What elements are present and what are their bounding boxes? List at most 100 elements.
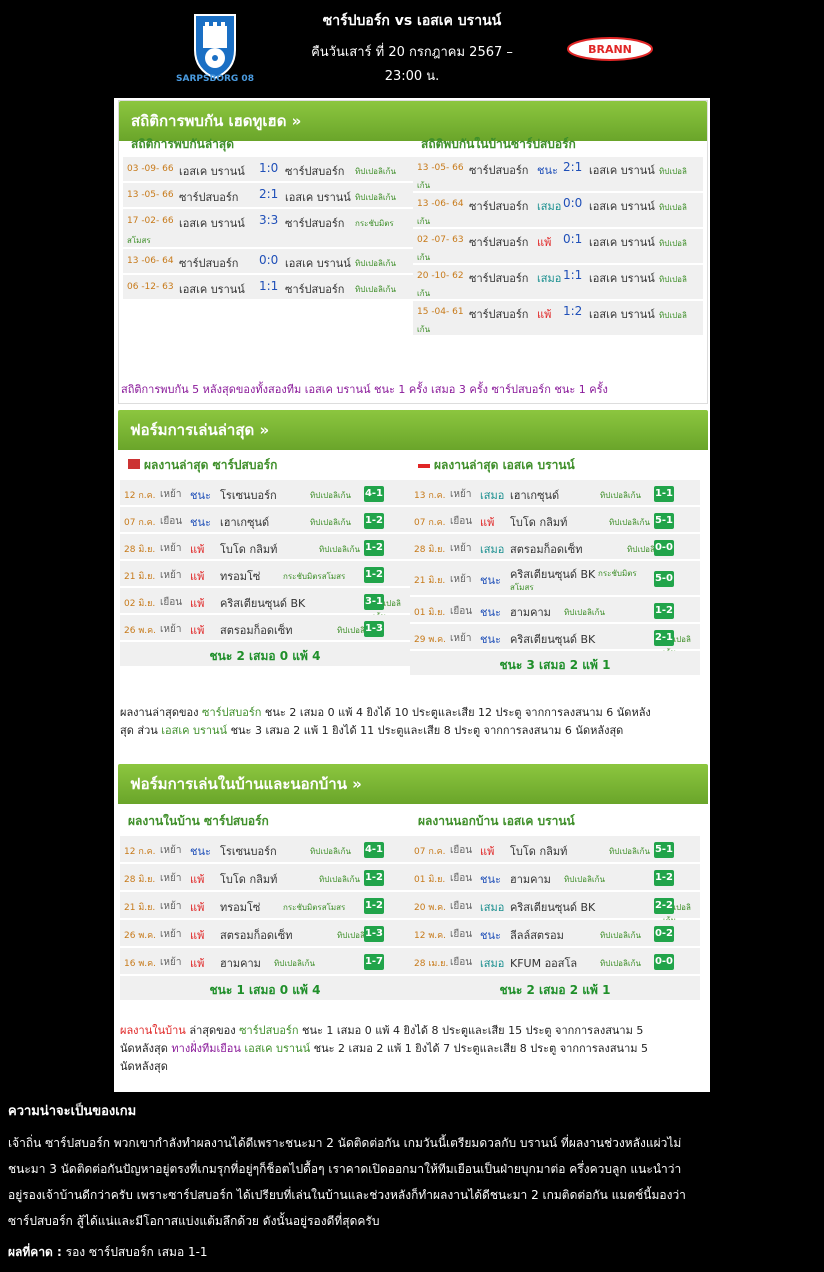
opponent: โบโด กลิมท์ (510, 845, 568, 858)
h2h-home-row: 15 -04- 61 ซาร์ปสบอร์ก แพ้ 1:2 เอสเค บรานน์ ท… (413, 301, 703, 337)
match-date: 01 มิ.ย. (414, 607, 446, 618)
note-text: ทางฝั่งทีมเยือน (171, 1042, 241, 1055)
away-team: ซาร์ปสบอร์ก (285, 283, 345, 296)
home-away: เหย้า (160, 845, 182, 856)
content-panel: สถิติการพบกัน เฮดทูเฮด » สถิติการพบกันล่… (114, 98, 710, 1092)
opponent: คริสเตียนซุนด์ BK (220, 596, 306, 610)
home-away: เยือน (450, 605, 473, 617)
score-badge: 1-2 (364, 512, 384, 529)
score-badge: 2-1 (654, 629, 674, 646)
result: แพ้ (190, 623, 205, 637)
opponent: KFUM ออสโล (510, 957, 578, 970)
match-date: 07 ก.ค. (414, 847, 446, 857)
form-right-title: ผลงานล่าสุด เอสเค บรานน์ (410, 454, 575, 476)
match-date: 06 -12- 63 (127, 282, 174, 292)
competition: ทิปเปอลิเก้น (564, 875, 605, 884)
score: 1:1 (563, 268, 583, 282)
form-row: 16 พ.ค. เหย้า แพ้ ฮามคาม ทิปเปอลิเก้น 1-7 (120, 948, 410, 976)
competition: กระชับมิตร (355, 219, 394, 228)
score: 0:1 (563, 232, 583, 246)
away-team: เอสเค บรานน์ (285, 257, 351, 270)
page: SARPSBORG 08 ซาร์ปบอร์ก vs เอสเค บรานน์ … (0, 0, 824, 1272)
result: เสมอ (537, 272, 562, 285)
home-team: ซาร์ปสบอร์ก (469, 308, 529, 321)
match-date: 13 -05- 66 (417, 163, 464, 173)
competition: ทิปเปอลิ (659, 275, 687, 284)
away-team: ซาร์ปสบอร์ก (285, 165, 345, 178)
result: ชนะ (190, 488, 211, 502)
competition: เก้น (417, 325, 431, 334)
home-away: เยือน (450, 957, 473, 968)
competition: ทิปเปอลิเก้น (600, 931, 641, 940)
home-away: เหย้า (160, 957, 182, 968)
home-away: เหย้า (160, 929, 182, 940)
home-team: ซาร์ปสบอร์ก (469, 200, 529, 213)
result: ชนะ (480, 873, 501, 886)
competition: เก้น (417, 217, 431, 226)
form-right-col: ผลงานล่าสุด เอสเค บรานน์ 13 ก.ค. เหย้า เสม… (410, 458, 700, 677)
note-team: เอสเค บรานน์ (161, 724, 228, 737)
home-away: เยือน (450, 845, 473, 856)
match-date: 07 ก.ค. (124, 517, 156, 528)
form-row: 28 มิ.ย. เหย้า แพ้ โบโด กลิมท์ ทิปเปอลิเก้น 1… (120, 864, 410, 892)
form-row: 29 พ.ค.เหย้าชนะคริสเตียนซุนด์ BKทิปเปอลิ… (410, 624, 700, 657)
competition: ทิปเปอลิเก้น (564, 607, 605, 617)
match-date: 02 มิ.ย. (124, 598, 156, 609)
match-date-line2: 23:00 น. (384, 69, 440, 84)
competition: ทิปเปอลิเก้น (609, 847, 650, 856)
competition: ทิปเปอลิเก้น (600, 490, 641, 500)
form-right-title-text: ผลงานล่าสุด เอสเค บรานน์ (434, 458, 575, 472)
form-left-col: ผลงานล่าสุด ซาร์ปสบอร์ก 12 ก.ค. เหย้า ชนะโ… (120, 458, 410, 668)
home-away: เหย้า (160, 542, 182, 554)
h2h-home-row: 02 -07- 63 ซาร์ปสบอร์ก แพ้ 0:1 เอสเค บรานน์ ท… (413, 229, 703, 265)
form-row: 28 มิ.ย. เหย้า แพ้ โบโด กลิมท์ ทิปเปอลิเก้น 1… (120, 534, 410, 561)
note-text: สุด ส่วน (120, 724, 162, 737)
home-team: เอสเค บรานน์ (179, 165, 245, 178)
opponent: สตรอมก็อดเซ็ท (220, 929, 293, 942)
match-date: 26 พ.ค. (124, 625, 156, 636)
away-team: เอสเค บรานน์ (589, 308, 655, 321)
h2h-footer: สถิติการพบกัน 5 หลังสุดของทั้งสองทีม เอส… (121, 383, 608, 396)
home-away: เหย้า (160, 901, 182, 912)
result: ชนะ (190, 515, 211, 529)
form-header: ฟอร์มการเล่นล่าสุด » (118, 410, 708, 450)
score-badge: 2-2 (654, 898, 674, 914)
result: แพ้ (190, 596, 205, 610)
home-team: ซาร์ปสบอร์ก (469, 164, 529, 177)
away-team: เอสเค บรานน์ (589, 272, 655, 285)
match-date: 28 มิ.ย. (124, 875, 156, 885)
result: แพ้ (190, 957, 205, 970)
result: แพ้ (480, 515, 495, 529)
opponent: โบโด กลิมท์ (220, 873, 278, 886)
match-date: 12 พ.ค. (414, 931, 446, 941)
match-date: 26 พ.ค. (124, 931, 156, 941)
note-text: ล่าสุดของ (185, 1024, 240, 1037)
form-row: 07 ก.ค. เยือน แพ้ โบโด กลิมท์ ทิปเปอลิเก้น 5-… (410, 507, 700, 534)
opponent: โรเซนบอร์ก (220, 845, 277, 858)
home-away: เยือน (160, 596, 183, 608)
competition: เก้น (417, 253, 431, 262)
team-icon (128, 459, 140, 469)
competition: ทิปเปอลิเก้น (274, 959, 315, 968)
score-badge: 1-2 (654, 602, 674, 619)
form-row: 20 พ.ค.เยือนเสมอคริสเตียนซุนด์ BKทิปเปอล… (410, 892, 700, 925)
score-badge: 1-1 (654, 485, 674, 502)
form-note: ผลงานล่าสุดของ ซาร์ปสบอร์ก ชนะ 2 เสมอ 0 … (120, 704, 706, 740)
score-badge: 0-0 (654, 539, 674, 556)
home-team: ซาร์ปสบอร์ก (179, 257, 239, 270)
competition: ทิปเปอลิเก้น (609, 517, 650, 527)
competition: ทิปเปอลิเก้น (600, 959, 641, 968)
home-team: ซาร์ปสบอร์ก (469, 272, 529, 285)
note-text: นัดหลังสุด (120, 1060, 168, 1073)
form-row: 21 มิ.ย. เหย้า แพ้ ทรอมโซ่ กระชับมิตรสโมสร 1-… (120, 892, 410, 920)
away-team: เอสเค บรานน์ (589, 236, 655, 249)
analysis-line: อยู่รองเจ้าบ้านดีกว่าครับ เพราะซาร์ปสบอร… (8, 1188, 686, 1202)
note-text: ชนะ 1 เสมอ 0 แพ้ 4 ยิงได้ 8 ประตูและเสีย… (298, 1024, 644, 1037)
home-logo-text: SARPSBORG 08 (176, 74, 254, 84)
result: เสมอ (480, 542, 505, 556)
match-date: 28 มิ.ย. (124, 544, 156, 555)
score-badge: 0-2 (654, 926, 674, 942)
form-summary: ชนะ 2 เสมอ 0 แพ้ 4 (120, 642, 410, 668)
competition: สโมสร (127, 236, 151, 245)
score-badge: 1-2 (654, 870, 674, 886)
